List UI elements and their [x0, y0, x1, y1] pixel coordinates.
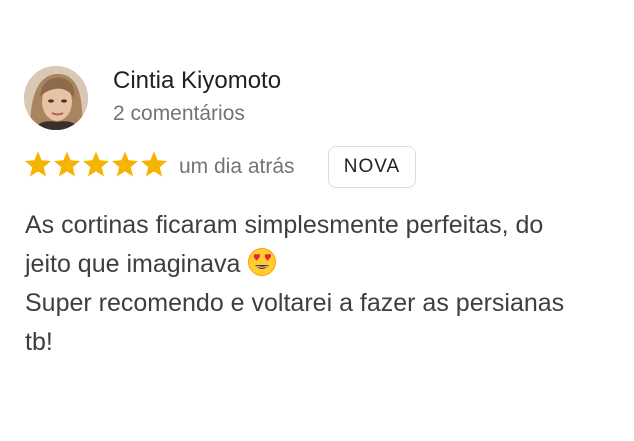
review-text-line: jeito que imaginava [25, 250, 241, 278]
author-avatar[interactable] [24, 66, 88, 130]
review-text-line: tb! [25, 328, 53, 356]
review-text-line: Super recomendo e voltarei a fazer as pe… [25, 289, 565, 317]
star-icon [82, 150, 110, 180]
heart-eyes-emoji-icon [247, 248, 277, 278]
new-badge: NOVA [328, 146, 416, 188]
star-icon [24, 150, 52, 180]
review-text: As cortinas ficaram simplesmente perfeit… [25, 206, 625, 362]
profile-photo-icon [24, 66, 88, 130]
review-date: um dia atrás [179, 155, 295, 178]
review-card: Cintia Kiyomoto 2 comentários um dia atr… [0, 0, 634, 441]
author-name[interactable]: Cintia Kiyomoto [113, 66, 281, 96]
star-icon [53, 150, 81, 180]
star-icon [140, 150, 168, 180]
star-icon [111, 150, 139, 180]
review-text-line-with-emoji: jeito que imaginava [25, 245, 625, 284]
star-rating [24, 150, 168, 180]
review-text-line: As cortinas ficaram simplesmente perfeit… [25, 211, 544, 239]
author-review-count: 2 comentários [113, 102, 245, 125]
